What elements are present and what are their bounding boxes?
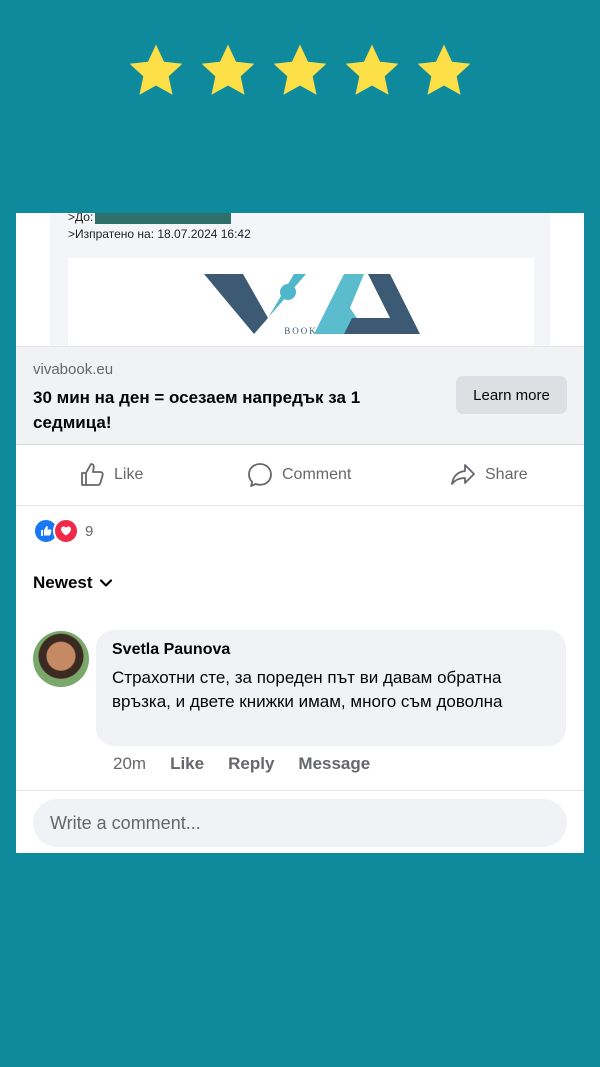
- email-to-line: >До:: [68, 213, 232, 225]
- write-comment-input[interactable]: [33, 799, 567, 847]
- share-label: Share: [485, 465, 528, 483]
- five-star-rating: [0, 40, 600, 102]
- svg-text:BOOK: BOOK: [284, 326, 318, 336]
- comment-label: Comment: [282, 465, 352, 483]
- link-title: 30 мин на ден = осезаем напредък за 1 се…: [33, 388, 361, 432]
- comment-meta: 20m Like Reply Message: [113, 754, 370, 776]
- star-icon: [129, 44, 183, 95]
- email-to-label: >До:: [68, 213, 94, 224]
- chevron-down-icon: [99, 579, 112, 587]
- comment-button[interactable]: Comment: [246, 444, 351, 505]
- sort-label: Newest: [33, 573, 93, 592]
- comment-sort-dropdown[interactable]: Newest: [33, 573, 113, 593]
- comment-like-link[interactable]: Like: [170, 754, 204, 776]
- share-button[interactable]: Share: [449, 444, 528, 505]
- email-sent-line: >Изпратено на: 18.07.2024 16:42: [68, 227, 251, 241]
- viva-logo-graphic: BOOK: [204, 274, 420, 336]
- comment-author[interactable]: Svetla Paunova: [112, 641, 230, 659]
- comment-bubble: Svetla Paunova Страхотни сте, за пореден…: [96, 630, 566, 746]
- link-preview-bar[interactable]: vivabook.eu 30 мин на ден = осезаем напр…: [16, 346, 584, 445]
- star-icon: [417, 44, 471, 95]
- star-icon: [201, 44, 255, 95]
- like-label: Like: [114, 465, 144, 483]
- divider: [16, 790, 584, 791]
- comment-reply-link[interactable]: Reply: [228, 754, 274, 776]
- avatar[interactable]: [33, 631, 89, 687]
- reactions-summary[interactable]: 9: [33, 518, 94, 544]
- comment-timestamp[interactable]: 20m: [113, 754, 146, 776]
- link-domain: vivabook.eu: [33, 361, 114, 378]
- comment-text: Страхотни сте, за пореден път ви давам о…: [112, 668, 503, 711]
- viva-book-logo: BOOK: [68, 258, 534, 346]
- thumbs-up-icon: [81, 462, 104, 486]
- comment-message-link[interactable]: Message: [298, 754, 370, 776]
- star-icon: [345, 44, 399, 95]
- star-icon: [273, 44, 327, 95]
- post-actions-bar: Like Comment Share: [16, 444, 584, 506]
- comment-bubble-icon: [248, 462, 272, 487]
- share-arrow-icon: [451, 463, 475, 485]
- heart-reaction-icon: [53, 518, 79, 544]
- redacted-recipient: [95, 213, 232, 225]
- post-card: >До: >Изпратено на: 18.07.2024 16:42 BOO…: [16, 213, 584, 853]
- email-body: >До: >Изпратено на: 18.07.2024 16:42 BOO…: [50, 213, 550, 346]
- learn-more-button[interactable]: Learn more: [456, 376, 567, 414]
- reaction-count: 9: [85, 522, 94, 540]
- like-button[interactable]: Like: [78, 444, 143, 505]
- email-screenshot-preview[interactable]: >До: >Изпратено на: 18.07.2024 16:42 BOO…: [16, 213, 584, 346]
